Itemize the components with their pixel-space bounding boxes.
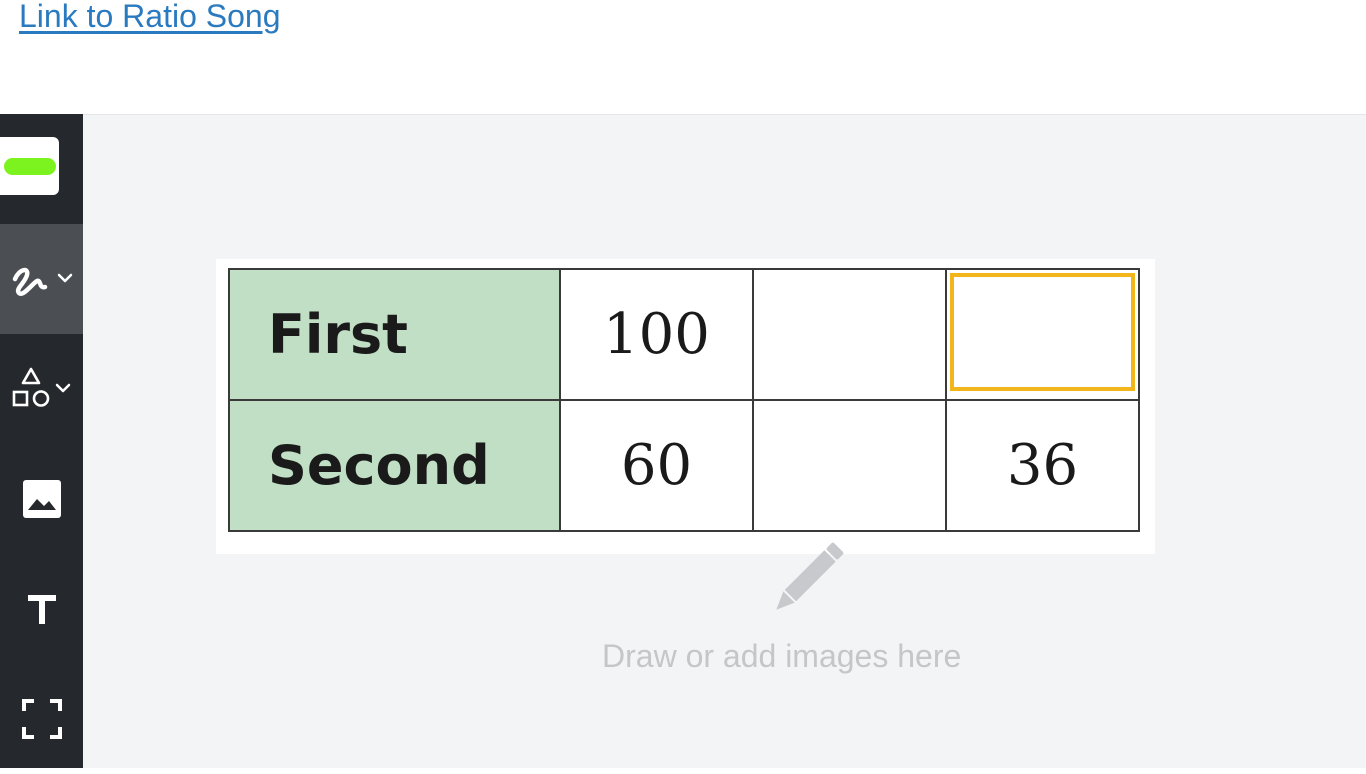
table-cell: 36 <box>945 399 1140 532</box>
header: Link to Ratio Song <box>0 0 1366 114</box>
chevron-down-icon <box>57 273 72 283</box>
row-label-second: Second <box>228 399 561 532</box>
fullscreen-icon <box>21 699 62 739</box>
table-cell-highlighted <box>945 268 1140 401</box>
inserted-table-image[interactable]: First 100 Second 60 36 <box>216 259 1155 554</box>
table-row: First 100 <box>228 268 1140 401</box>
drawing-toolbar <box>0 114 83 768</box>
table-cell: 60 <box>559 399 754 532</box>
ratio-song-link[interactable]: Link to Ratio Song <box>19 0 281 36</box>
fullscreen-tool-button[interactable] <box>0 664 83 774</box>
chevron-down-icon <box>55 383 70 393</box>
table-cell: 100 <box>559 268 754 401</box>
image-tool-button[interactable] <box>0 444 83 554</box>
image-icon <box>22 480 61 518</box>
pen-icon <box>12 267 72 296</box>
text-icon <box>27 595 56 624</box>
pencil-icon <box>776 542 844 610</box>
color-picker-button[interactable] <box>0 114 83 224</box>
table-cell <box>752 399 947 532</box>
shapes-icon <box>12 367 70 407</box>
pen-tool-button[interactable] <box>0 224 83 334</box>
row-label-first: First <box>228 268 561 401</box>
cell-highlight-box <box>950 273 1135 391</box>
ratio-table: First 100 Second 60 36 <box>228 268 1140 532</box>
canvas-placeholder-text: Draw or add images here <box>602 638 962 674</box>
shapes-tool-button[interactable] <box>0 334 83 444</box>
table-row: Second 60 36 <box>228 399 1140 532</box>
color-swatch <box>0 137 59 195</box>
table-cell <box>752 268 947 401</box>
color-swatch-pill <box>3 157 56 175</box>
text-tool-button[interactable] <box>0 554 83 664</box>
